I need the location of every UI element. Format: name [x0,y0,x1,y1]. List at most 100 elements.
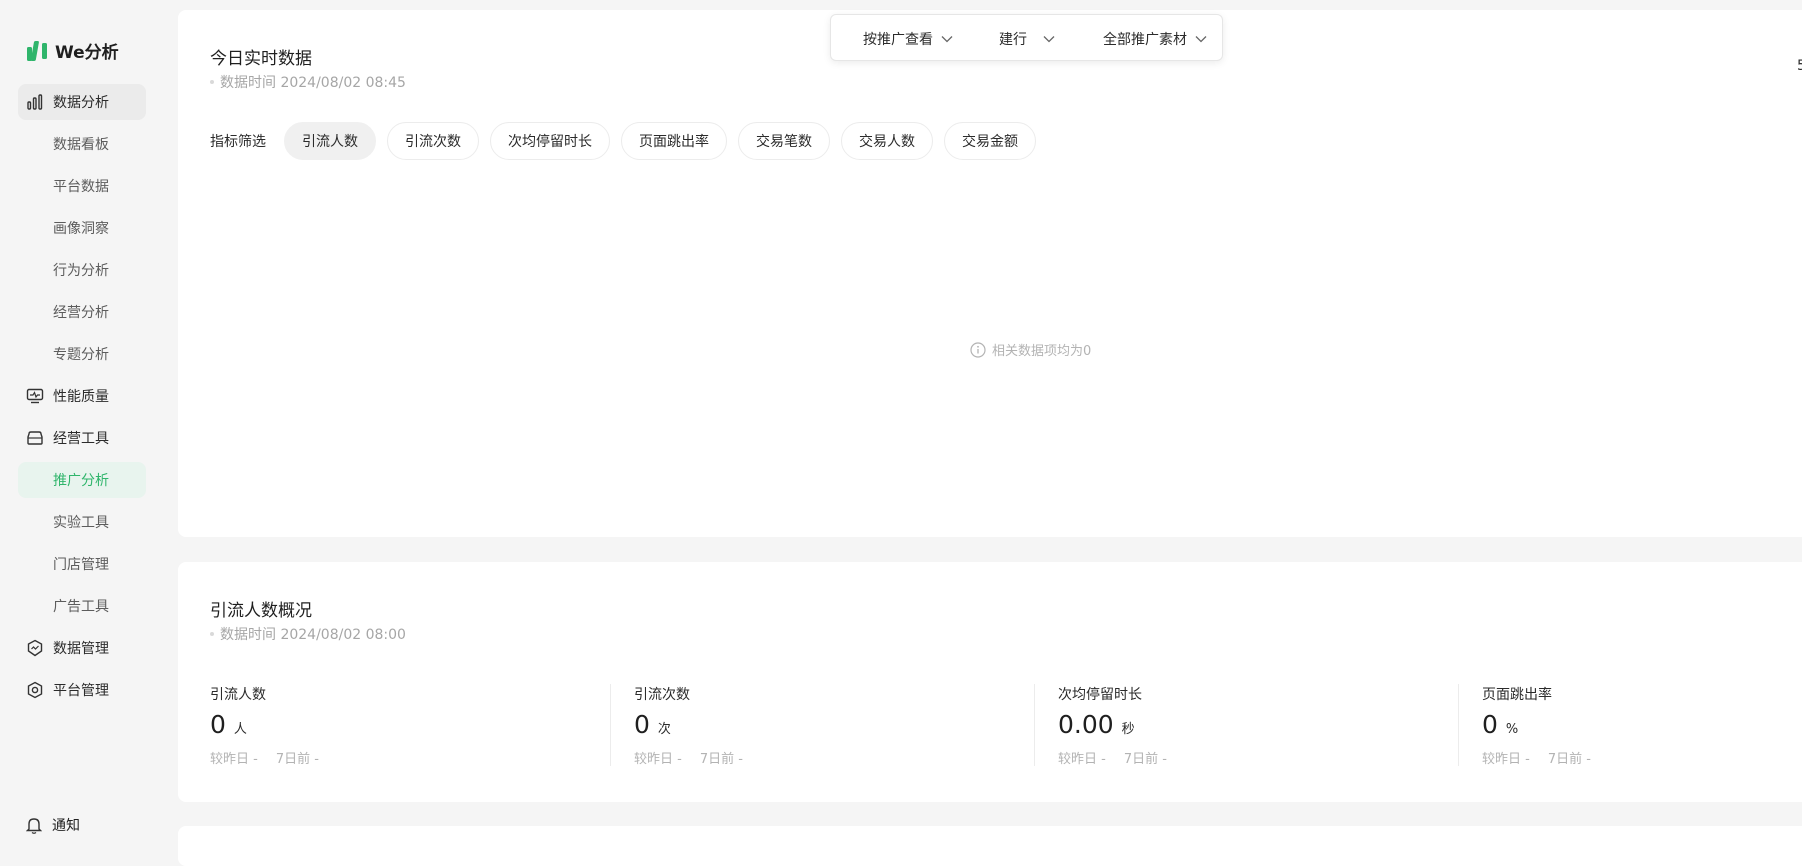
metric-unit: 秒 [1121,722,1135,737]
chevron-down-icon [1043,36,1055,43]
logo-icon [27,40,47,61]
sidebar-item-platform-data[interactable]: 平台数据 [18,168,146,204]
sidebar-item-label: 平台数据 [53,179,109,195]
sidebar-item-label: 实验工具 [53,515,109,531]
metric-pill-visitors[interactable]: 引流人数 [284,122,376,160]
channel-dropdown[interactable]: 建行 [999,29,1055,49]
sidebar-item-store[interactable]: 门店管理 [18,546,146,582]
chevron-down-icon [1195,36,1207,43]
logo[interactable]: We分析 [26,38,119,63]
metric-pill-avg-stay[interactable]: 次均停留时长 [490,122,610,160]
info-icon [970,341,986,358]
compare-week: 7日前 - [1547,752,1591,767]
shield-chart-icon [27,639,43,657]
sidebar-item-promotion[interactable]: 推广分析 [18,462,146,498]
sidebar-item-label: 数据管理 [53,641,109,657]
metric-pill-buyers[interactable]: 交易人数 [841,122,933,160]
sidebar-item-label: 数据看板 [53,137,109,153]
metric-compare: 较昨日 - 7日前 - [634,748,743,767]
metric-unit: % [1505,722,1519,737]
metric-unit: 人 [233,722,247,737]
hexagon-gear-icon [27,681,43,699]
metric-number: 0 [1482,710,1498,739]
material-dropdown[interactable]: 全部推广素材 [1103,29,1207,49]
metric-compare: 较昨日 - 7日前 - [1482,748,1591,767]
metric-compare: 较昨日 - 7日前 - [210,748,319,767]
sidebar-item-label: 数据分析 [53,95,109,111]
metric-name: 引流人数 [210,687,266,703]
metric-value: 0.00 秒 [1058,710,1135,739]
sidebar-item-dashboard[interactable]: 数据看板 [18,126,146,162]
metric-value: 0 % [1482,710,1518,739]
sidebar-item-label: 专题分析 [53,347,109,363]
compare-week: 7日前 - [1123,752,1167,767]
sidebar-item-operation[interactable]: 经营分析 [18,294,146,330]
empty-state: 相关数据项均为0 [970,340,1091,359]
bar-chart-icon [27,94,43,110]
app-name: We分析 [55,43,119,63]
bell-icon [26,817,42,834]
metric-divider [1458,684,1459,766]
compare-day: 较昨日 - [1058,752,1106,767]
sidebar-item-performance[interactable]: 性能质量 [18,378,146,414]
sidebar-item-label: 门店管理 [53,557,109,573]
next-card [178,826,1802,866]
metric-unit: 次 [657,722,671,737]
notification-button[interactable]: 通知 [26,815,80,835]
sidebar-item-label: 画像洞察 [53,221,109,237]
sidebar-item-ads[interactable]: 广告工具 [18,588,146,624]
metric-number: 0.00 [1058,710,1114,739]
compare-week: 7日前 - [275,752,319,767]
sidebar-item-tools[interactable]: 经营工具 [18,420,146,456]
timestamp-dot [210,80,214,84]
sidebar-item-label: 行为分析 [53,263,109,279]
sidebar-item-topic[interactable]: 专题分析 [18,336,146,372]
overview-timestamp-text: 数据时间 2024/08/02 08:00 [220,627,406,643]
metric-pill-visits[interactable]: 引流次数 [387,122,479,160]
metric-card: 引流人数 0 人 较昨日 - 7日前 - [210,672,610,767]
metric-filter-pills: 引流人数 引流次数 次均停留时长 页面跳出率 交易笔数 交易人数 交易金额 [284,122,1036,160]
metric-name: 次均停留时长 [1058,687,1142,703]
sidebar-item-data-analysis[interactable]: 数据分析 [18,84,146,120]
metric-value: 0 次 [634,710,671,739]
sidebar-item-behavior[interactable]: 行为分析 [18,252,146,288]
metric-compare: 较昨日 - 7日前 - [1058,748,1167,767]
toolbox-icon [27,431,43,445]
overview-metrics: 引流人数 0 人 较昨日 - 7日前 - 引流次数 0 次 较昨日 - 7日前 … [210,672,1790,767]
material-value: 全部推广素材 [1103,32,1187,48]
sidebar-item-experiment[interactable]: 实验工具 [18,504,146,540]
sidebar-item-data-management[interactable]: 数据管理 [18,630,146,666]
sidebar: We分析 数据分析 数据看板 平台数据 画像洞察 行为分析 经营分析 专题分析 … [0,0,177,858]
sidebar-item-label: 推广分析 [53,473,109,489]
metric-card: 引流次数 0 次 较昨日 - 7日前 - [634,672,1034,767]
filter-dropdown-bar: 按推广查看 建行 全部推广素材 [830,14,1223,61]
compare-day: 较昨日 - [210,752,258,767]
view-by-dropdown[interactable]: 按推广查看 [863,29,953,49]
view-by-value: 按推广查看 [863,32,933,48]
realtime-timestamp: 数据时间 2024/08/02 08:45 [210,72,406,92]
timestamp-dot [210,632,214,636]
compare-week: 7日前 - [699,752,743,767]
realtime-card: 今日实时数据 数据时间 2024/08/02 08:45 指标筛选 引流人数 引… [178,10,1802,537]
sidebar-item-label: 经营工具 [53,431,109,447]
metric-card: 次均停留时长 0.00 秒 较昨日 - 7日前 - [1058,672,1458,767]
empty-state-text: 相关数据项均为0 [992,344,1092,359]
channel-value: 建行 [999,32,1027,48]
realtime-timestamp-text: 数据时间 2024/08/02 08:45 [220,75,406,91]
sidebar-nav: 数据分析 数据看板 平台数据 画像洞察 行为分析 经营分析 专题分析 性能质量 … [18,84,146,714]
metric-number: 0 [210,710,226,739]
metric-name: 页面跳出率 [1482,687,1552,703]
compare-day: 较昨日 - [634,752,682,767]
metric-pill-bounce-rate[interactable]: 页面跳出率 [621,122,727,160]
metric-filter-label: 指标筛选 [210,134,266,150]
metric-card: 页面跳出率 0 % 较昨日 - 7日前 - [1482,672,1802,767]
sidebar-item-platform-management[interactable]: 平台管理 [18,672,146,708]
metric-pill-amount[interactable]: 交易金额 [944,122,1036,160]
overview-title: 引流人数概况 [210,601,312,621]
metric-divider [610,684,611,766]
notification-label: 通知 [52,818,80,834]
clipped-text: 5 [1797,58,1802,74]
sidebar-item-portrait[interactable]: 画像洞察 [18,210,146,246]
metric-number: 0 [634,710,650,739]
metric-pill-orders[interactable]: 交易笔数 [738,122,830,160]
